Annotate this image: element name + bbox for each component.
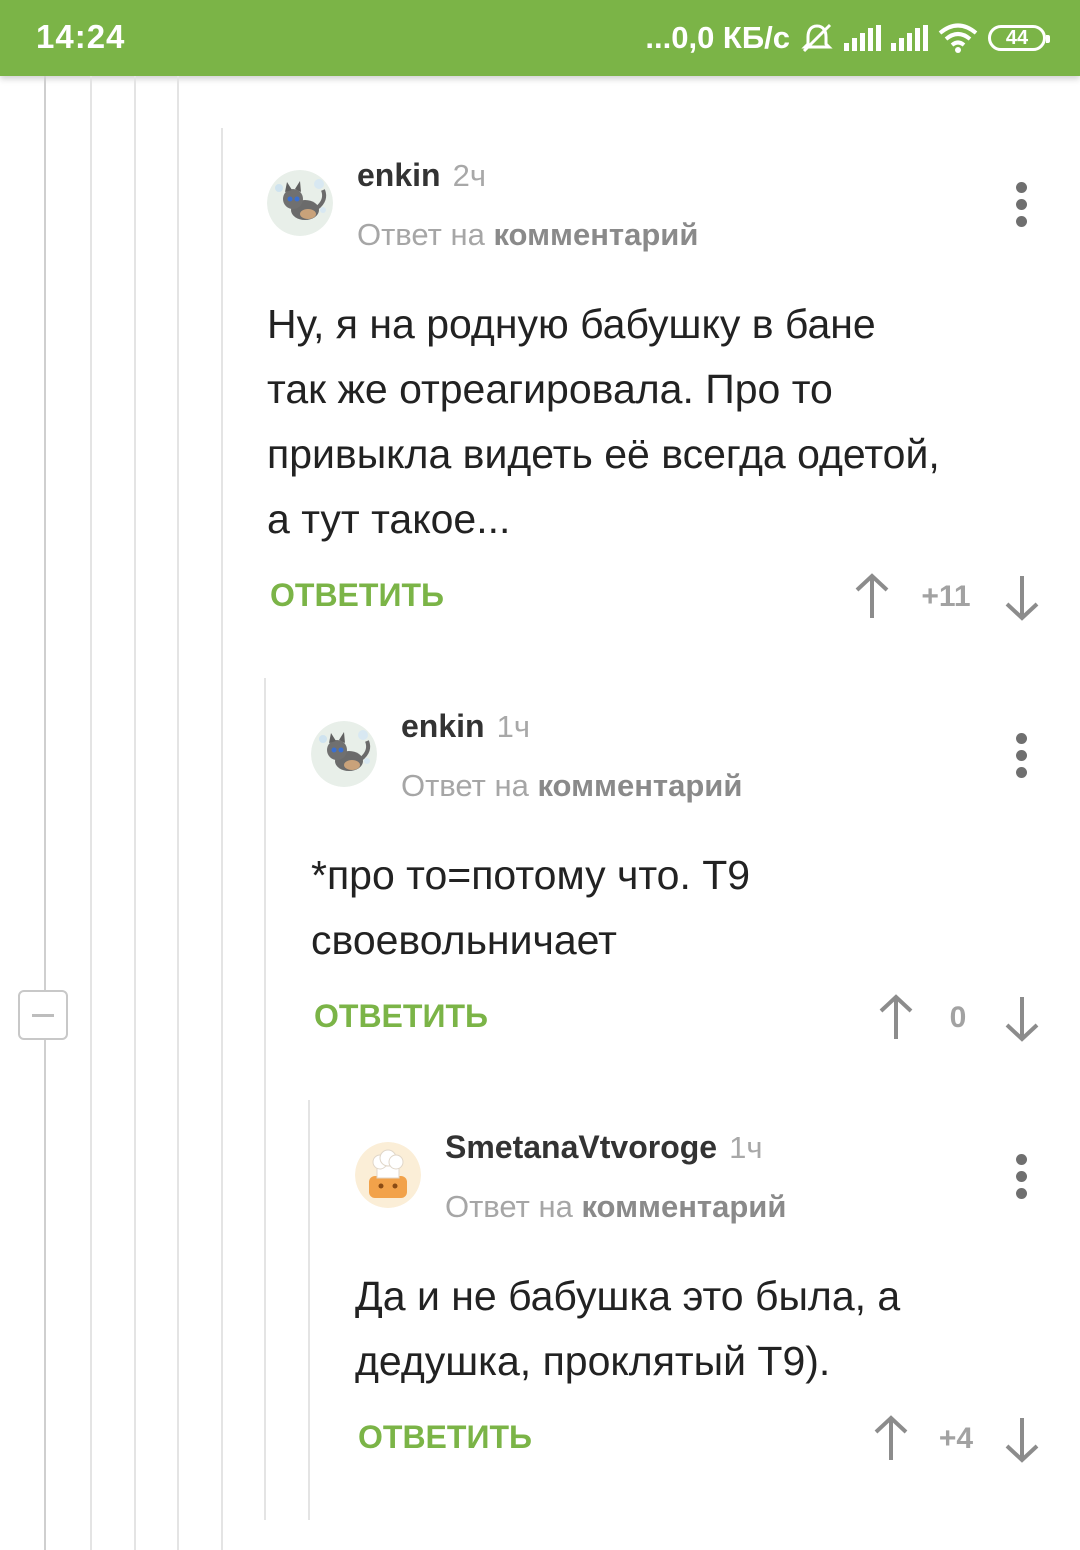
avatar[interactable]: [267, 170, 333, 236]
more-options-icon[interactable]: [1016, 1154, 1028, 1200]
thread-line: [221, 128, 223, 1550]
comment-text-line: дедушка, проклятый Т9).: [355, 1338, 831, 1384]
avatar[interactable]: [311, 721, 377, 787]
comment-time: 1ч: [729, 1130, 763, 1165]
signal-icon: [844, 25, 881, 51]
alarm-off-icon: [801, 23, 833, 53]
reply-button[interactable]: ОТВЕТИТЬ: [314, 998, 488, 1035]
comment-author[interactable]: enkin 1ч: [401, 708, 530, 745]
thread-line: [134, 76, 136, 1550]
avatar[interactable]: [355, 1142, 421, 1208]
comment-text: Ну, я на родную бабушку в бане так же от…: [267, 292, 1057, 552]
comment-author[interactable]: SmetanaVtvoroge 1ч: [445, 1129, 762, 1166]
comment-time: 2ч: [452, 158, 486, 193]
chef-avatar-icon: [355, 1142, 421, 1208]
signal-icon: [891, 25, 928, 51]
wifi-icon: [938, 23, 978, 53]
comment-text-line: Ну, я на родную бабушку в бане: [267, 301, 876, 347]
thread-line: [308, 1100, 310, 1520]
comment-text-line: так же отреагировала. Про то: [267, 366, 833, 412]
comment-text: Да и не бабушка это была, а дедушка, про…: [355, 1264, 1055, 1394]
upvote-arrow-icon[interactable]: [876, 993, 916, 1043]
thread-line: [44, 76, 46, 1550]
battery-level: 44: [1005, 26, 1029, 49]
upvote-arrow-icon[interactable]: [852, 572, 892, 622]
reply-to-link[interactable]: комментарий: [493, 217, 698, 252]
network-speed: ...0,0 КБ/с: [645, 20, 790, 55]
status-bar: 14:24 ...0,0 КБ/с 44: [0, 0, 1080, 76]
reply-to-link[interactable]: комментарий: [581, 1189, 786, 1224]
comment-time: 1ч: [496, 709, 530, 744]
vote-score: 0: [949, 1001, 967, 1034]
author-name[interactable]: enkin: [401, 708, 485, 744]
collapse-thread-button[interactable]: [18, 990, 68, 1040]
downvote-arrow-icon[interactable]: [1002, 1414, 1042, 1464]
reply-to: Ответ на комментарий: [357, 217, 698, 253]
reply-to-prefix: Ответ на: [401, 768, 529, 803]
author-name[interactable]: enkin: [357, 157, 441, 193]
cat-avatar-icon: [267, 170, 333, 236]
cat-avatar-icon: [311, 721, 377, 787]
comment-text-line: своевольничает: [311, 917, 617, 963]
upvote-arrow-icon[interactable]: [871, 1414, 911, 1464]
comment-text-line: а тут такое...: [267, 496, 511, 542]
comment-text-line: привыкла видеть её всегда одетой,: [267, 431, 940, 477]
reply-button[interactable]: ОТВЕТИТЬ: [358, 1419, 532, 1456]
comment-text: *про то=потому что. Т9 своевольничает: [311, 843, 1056, 973]
reply-to-link[interactable]: комментарий: [537, 768, 742, 803]
battery-icon: 44: [988, 25, 1050, 51]
downvote-arrow-icon[interactable]: [1002, 993, 1042, 1043]
comment-author[interactable]: enkin 2ч: [357, 157, 486, 194]
vote-score: +4: [938, 1422, 974, 1455]
downvote-arrow-icon[interactable]: [1002, 572, 1042, 622]
reply-to: Ответ на комментарий: [401, 768, 742, 804]
thread-line: [90, 76, 92, 1550]
reply-to-prefix: Ответ на: [445, 1189, 573, 1224]
status-icons: ...0,0 КБ/с 44: [645, 16, 1050, 60]
comment-text-line: *про то=потому что. Т9: [311, 852, 751, 898]
vote-score: +11: [921, 580, 971, 613]
reply-to-prefix: Ответ на: [357, 217, 485, 252]
status-time: 14:24: [36, 18, 126, 55]
thread-line: [264, 678, 266, 1520]
thread-line: [177, 76, 179, 1550]
comment-text-line: Да и не бабушка это была, а: [355, 1273, 901, 1319]
reply-to: Ответ на комментарий: [445, 1189, 786, 1225]
more-options-icon[interactable]: [1016, 182, 1028, 228]
more-options-icon[interactable]: [1016, 733, 1028, 779]
reply-button[interactable]: ОТВЕТИТЬ: [270, 577, 444, 614]
author-name[interactable]: SmetanaVtvoroge: [445, 1129, 717, 1165]
